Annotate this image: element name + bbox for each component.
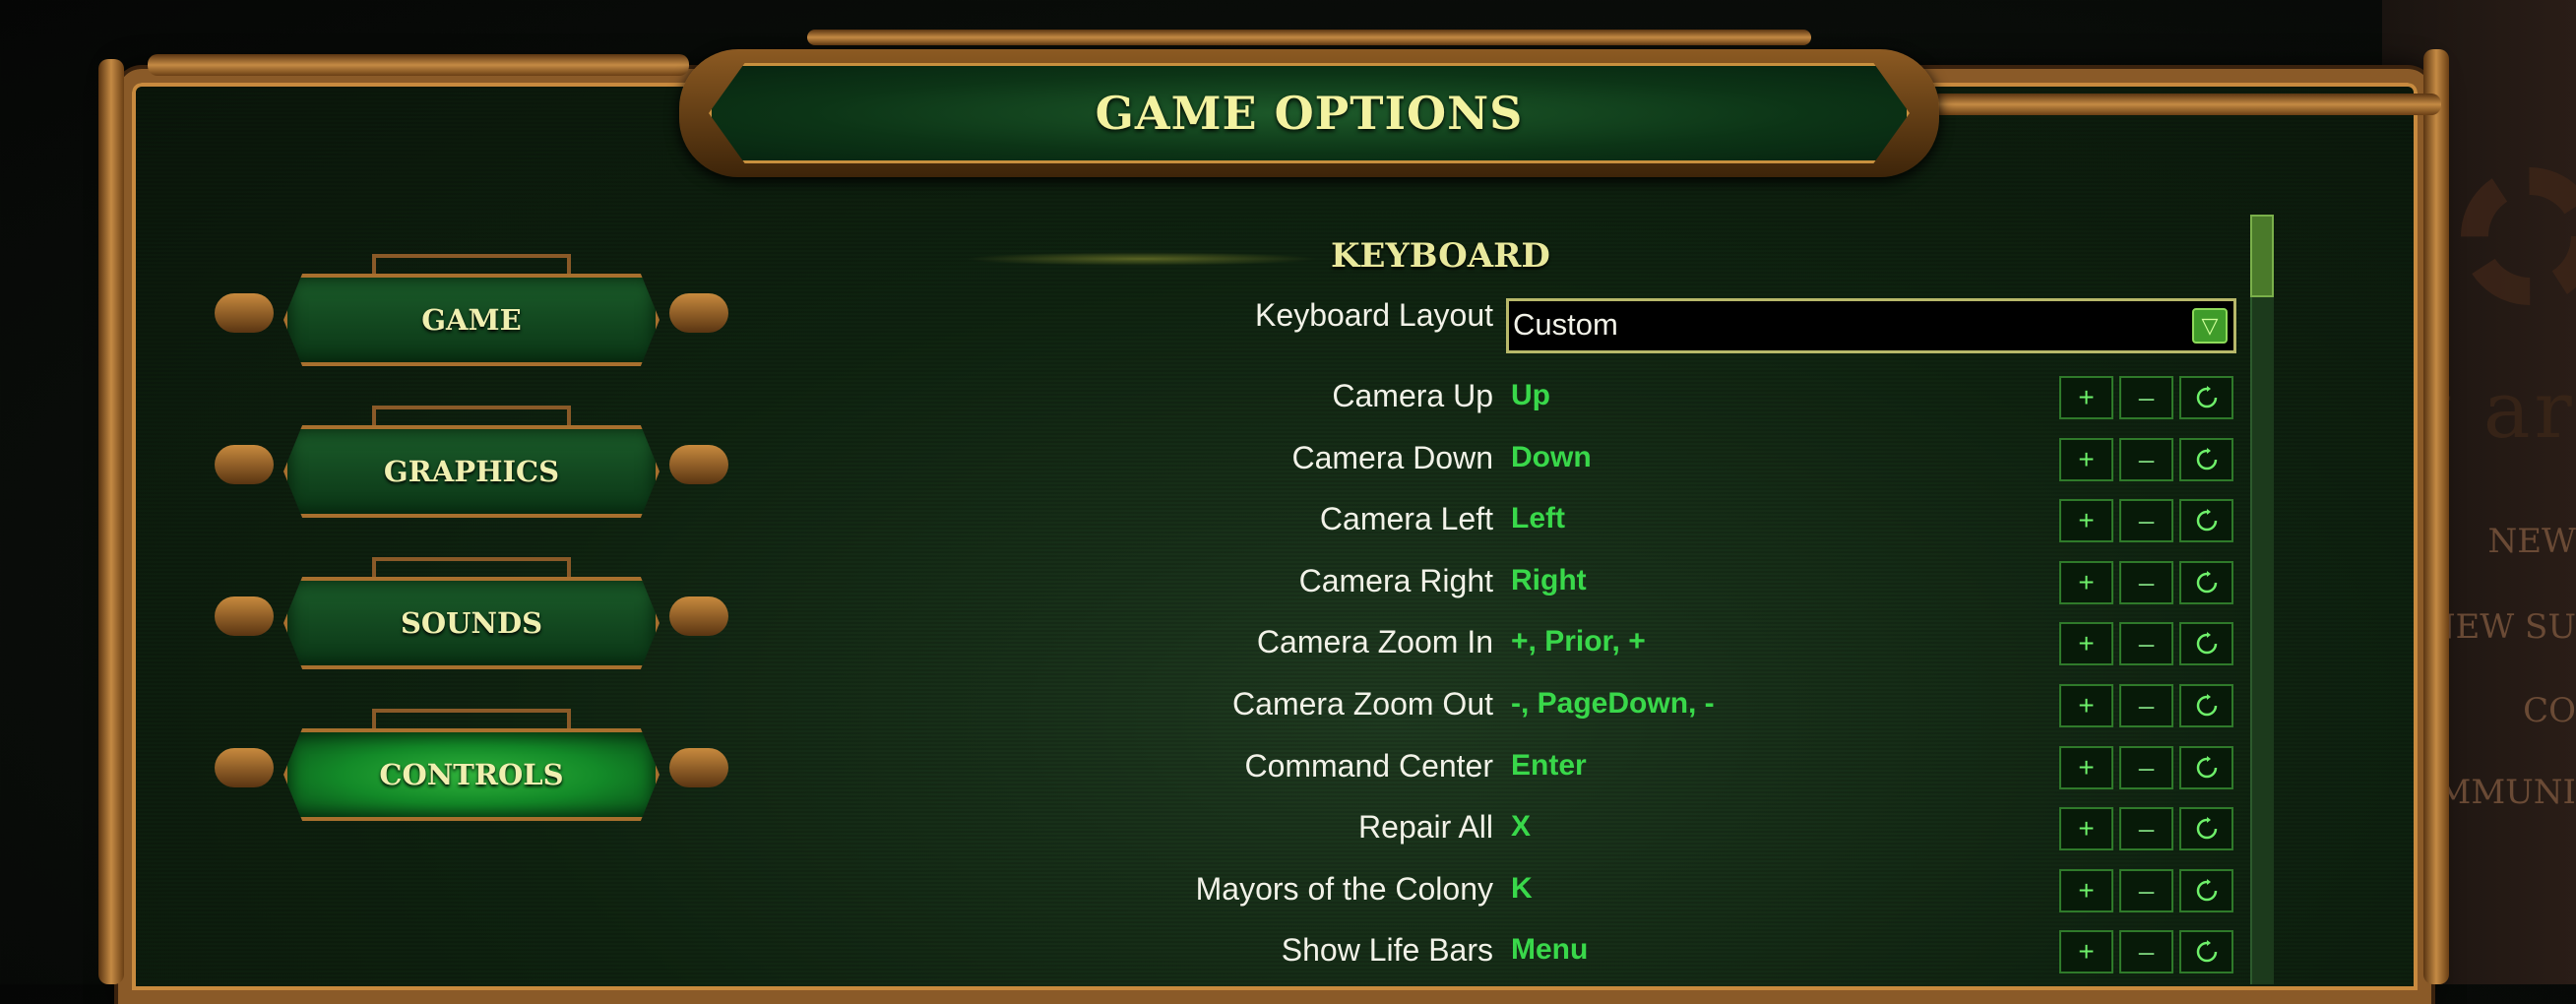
remove-binding-button[interactable]: – <box>2119 930 2173 974</box>
keybinding-label: Camera Zoom Out <box>1232 686 1493 722</box>
keybinding-row: Camera Zoom Out -, PageDown, - + – <box>0 684 2576 743</box>
keybinding-value[interactable]: Menu <box>1511 930 1588 970</box>
title-plate: GAME OPTIONS <box>679 49 1939 177</box>
keybinding-value[interactable]: Right <box>1511 561 1587 600</box>
keybinding-label: Camera Left <box>1319 501 1493 537</box>
add-binding-button[interactable]: + <box>2059 622 2113 666</box>
button-cap <box>215 293 274 333</box>
keybinding-row: Show Life Bars Menu + – <box>0 930 2576 989</box>
add-binding-button[interactable]: + <box>2059 807 2113 851</box>
keybinding-row: Mayors of the Colony K + – <box>0 868 2576 928</box>
reset-icon[interactable] <box>2179 622 2233 666</box>
keybinding-row: Camera Zoom In +, Prior, + + – <box>0 622 2576 681</box>
keybinding-label: Camera Up <box>1332 378 1493 413</box>
keyboard-layout-label: Keyboard Layout <box>1255 297 1493 333</box>
section-title: KEYBOARD <box>1331 236 1550 276</box>
remove-binding-button[interactable]: – <box>2119 376 2173 419</box>
reset-icon[interactable] <box>2179 499 2233 543</box>
scrollbar-track[interactable] <box>2250 215 2274 984</box>
reset-icon[interactable] <box>2179 437 2233 481</box>
remove-binding-button[interactable]: – <box>2119 437 2173 481</box>
reset-icon[interactable] <box>2179 745 2233 789</box>
keybinding-row: Command Center Enter + – <box>0 745 2576 805</box>
reset-icon[interactable] <box>2179 807 2233 851</box>
keybinding-value[interactable]: Up <box>1511 376 1550 415</box>
sidebar-item-game[interactable]: GAME <box>215 254 728 366</box>
keybinding-value[interactable]: Down <box>1511 438 1592 477</box>
add-binding-button[interactable]: + <box>2059 437 2113 481</box>
frame-pipe-top-right <box>1929 94 2441 115</box>
title-panel: GAME OPTIONS <box>709 63 1910 163</box>
keybinding-value[interactable]: K <box>1511 869 1533 909</box>
keybinding-value[interactable]: Left <box>1511 499 1565 538</box>
keybinding-value[interactable]: Enter <box>1511 746 1587 785</box>
reset-icon[interactable] <box>2179 560 2233 604</box>
keybinding-value[interactable]: +, Prior, + <box>1511 622 1646 661</box>
add-binding-button[interactable]: + <box>2059 868 2113 912</box>
remove-binding-button[interactable]: – <box>2119 745 2173 789</box>
keybinding-label: Camera Down <box>1291 439 1493 475</box>
keybinding-label: Camera Right <box>1298 562 1493 598</box>
add-binding-button[interactable]: + <box>2059 499 2113 543</box>
remove-binding-button[interactable]: – <box>2119 684 2173 727</box>
button-rail <box>372 254 571 274</box>
keybinding-label: Repair All <box>1358 809 1493 846</box>
remove-binding-button[interactable]: – <box>2119 560 2173 604</box>
section-glow <box>965 252 1319 266</box>
frame-pipe-top <box>807 30 1811 45</box>
button-body: GAME <box>283 274 660 366</box>
remove-binding-button[interactable]: – <box>2119 499 2173 543</box>
keyboard-layout-select[interactable]: Custom ▽ <box>1506 298 2236 353</box>
keybinding-row: Camera Right Right + – <box>0 560 2576 620</box>
reset-icon[interactable] <box>2179 930 2233 974</box>
page-title: GAME OPTIONS <box>1095 87 1524 140</box>
add-binding-button[interactable]: + <box>2059 560 2113 604</box>
reset-icon[interactable] <box>2179 376 2233 419</box>
keybinding-value[interactable]: X <box>1511 807 1531 847</box>
keyboard-layout-value: Custom <box>1513 307 1618 342</box>
keybinding-label: Show Life Bars <box>1281 932 1493 969</box>
reset-icon[interactable] <box>2179 684 2233 727</box>
keybinding-value[interactable]: -, PageDown, - <box>1511 684 1715 723</box>
keybinding-row: Camera Up Up + – <box>0 376 2576 435</box>
add-binding-button[interactable]: + <box>2059 930 2113 974</box>
add-binding-button[interactable]: + <box>2059 745 2113 789</box>
add-binding-button[interactable]: + <box>2059 684 2113 727</box>
keybinding-label: Command Center <box>1244 747 1493 784</box>
reset-icon[interactable] <box>2179 868 2233 912</box>
keybinding-label: Mayors of the Colony <box>1195 870 1493 907</box>
remove-binding-button[interactable]: – <box>2119 622 2173 666</box>
keybinding-row: Camera Left Left + – <box>0 499 2576 558</box>
remove-binding-button[interactable]: – <box>2119 868 2173 912</box>
add-binding-button[interactable]: + <box>2059 376 2113 419</box>
keybinding-row: Repair All X + – <box>0 807 2576 866</box>
keybinding-row: Camera Down Down + – <box>0 437 2576 497</box>
frame-pipe-top-left <box>148 54 689 76</box>
button-cap <box>669 293 728 333</box>
triangle-down-icon[interactable]: ▽ <box>2192 308 2228 344</box>
keybinding-label: Camera Zoom In <box>1256 624 1493 660</box>
sidebar-item-label: GAME <box>421 303 522 337</box>
remove-binding-button[interactable]: – <box>2119 807 2173 851</box>
scrollbar-thumb[interactable] <box>2250 215 2274 297</box>
